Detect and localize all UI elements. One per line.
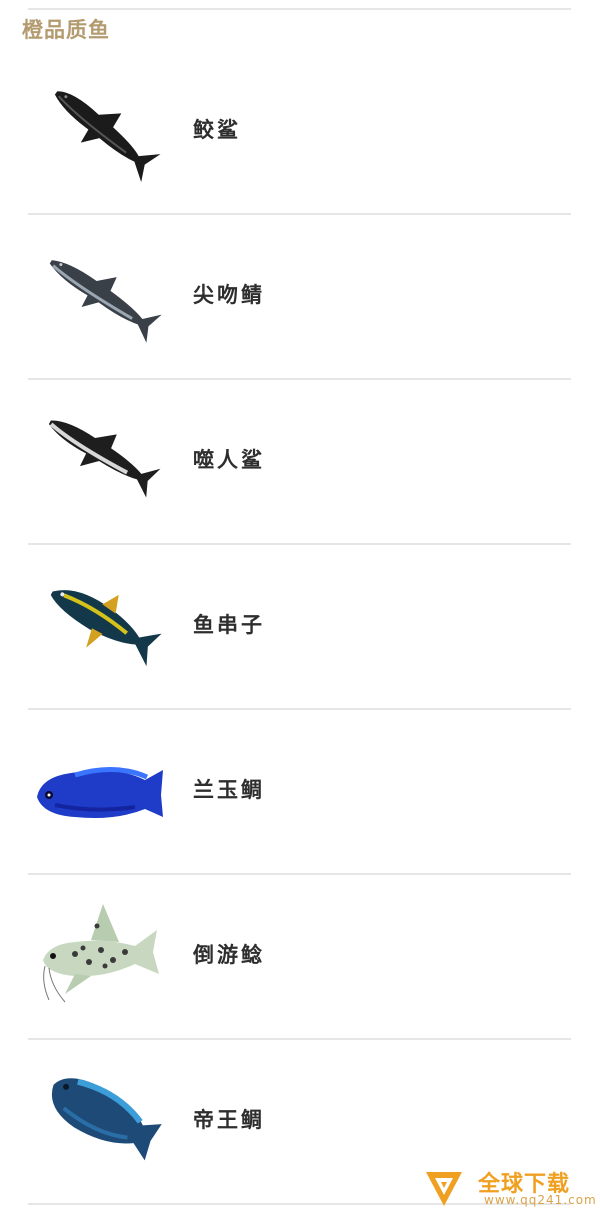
section-title: 橙品质鱼 [22,17,110,42]
fish-name: 噬人鲨 [193,447,265,472]
dark-shark-icon [35,65,170,195]
watermark: 全球下载 www.qq241.com [422,1168,597,1208]
blue-cichlid-icon [35,725,170,855]
fish-item[interactable]: 鱼串子 [0,545,600,710]
fish-item[interactable]: 兰玉鲷 [0,710,600,875]
fish-name: 鱼串子 [193,612,265,637]
fish-item[interactable]: 尖吻鲭 [0,215,600,380]
tuna-icon [35,560,170,690]
great-white-shark-icon [35,395,170,525]
download-logo-icon [422,1168,466,1208]
fish-name: 鲛鲨 [193,117,241,142]
watermark-url: www.qq241.com [484,1193,597,1207]
fish-item[interactable]: 噬人鲨 [0,380,600,545]
spotted-catfish-icon [35,890,170,1020]
fish-name: 兰玉鲷 [193,777,265,802]
fish-list: 鲛鲨 尖吻鲭 噬人鲨 鱼串子 兰玉鲷 倒游鲶 帝王鲷 [0,50,600,1205]
emperor-cichlid-icon [35,1055,170,1185]
fish-item[interactable]: 倒游鲶 [0,875,600,1040]
fish-name: 尖吻鲭 [193,282,265,307]
gray-shark-icon [35,230,170,360]
fish-name: 倒游鲶 [193,942,265,967]
top-divider [28,8,571,10]
fish-name: 帝王鲷 [193,1107,265,1132]
fish-item[interactable]: 鲛鲨 [0,50,600,215]
